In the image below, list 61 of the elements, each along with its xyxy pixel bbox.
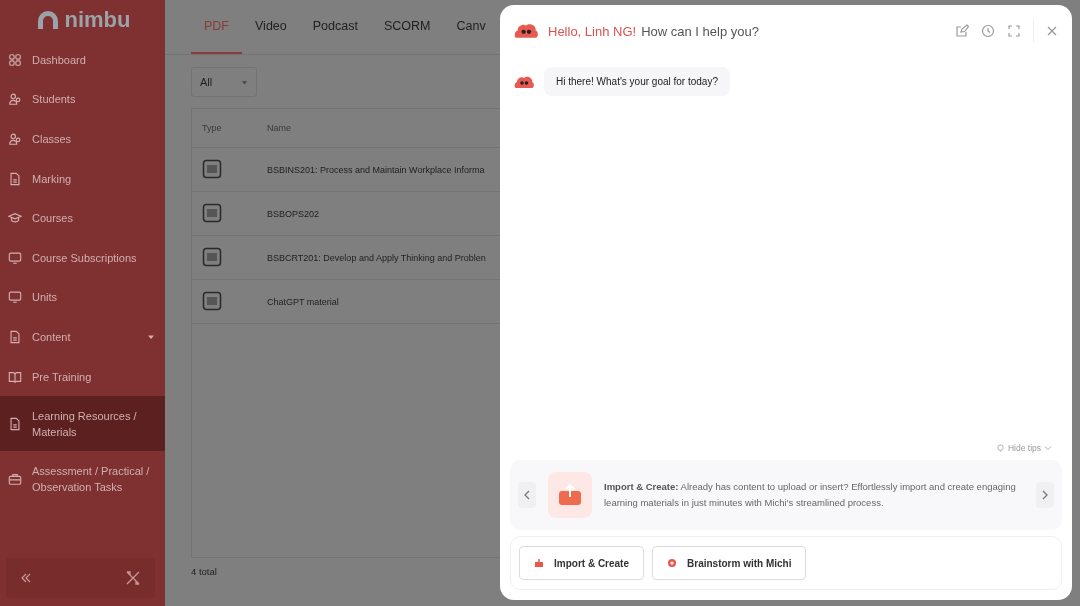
document-icon (8, 329, 22, 344)
chat-message: Hi there! What's your goal for today? (544, 67, 730, 96)
action-button[interactable]: Import & Create (519, 546, 644, 580)
pdf-file-icon (202, 202, 222, 223)
close-icon[interactable] (1046, 25, 1058, 37)
history-icon[interactable] (981, 24, 995, 38)
upload-icon (557, 482, 583, 508)
pdf-file-icon (202, 290, 222, 311)
pdf-file-icon (202, 158, 222, 179)
book-icon (8, 369, 22, 384)
tip-text: Import & Create: Already has content to upload or insert? Effortlessly import and create engaging learning materials in just minutes with Michi's streamlined process. (604, 480, 1017, 510)
upload-icon (534, 558, 544, 568)
column-header: Type (201, 123, 223, 133)
tab[interactable]: Podcast (299, 0, 371, 54)
briefcase-icon (8, 471, 22, 486)
total-count: 4 total (191, 566, 218, 577)
chevron-left-icon (523, 490, 531, 500)
sidebar-item[interactable]: Dashboard (0, 40, 165, 80)
sidebar-item[interactable]: Classes (0, 119, 165, 159)
sidebar-item[interactable]: Learning Resources / Materials (0, 396, 165, 452)
expand-icon[interactable] (1007, 24, 1021, 38)
sidebar-item[interactable]: Students (0, 79, 165, 120)
sidebar-item[interactable]: Courses (0, 198, 165, 238)
tab[interactable]: SCORM (370, 0, 444, 54)
table-cell: ChatGPT material (267, 296, 339, 307)
table-cell: BSBCRT201: Develop and Apply Thinking and Problen (267, 252, 486, 263)
filter-dropdown[interactable]: All (191, 67, 257, 97)
pdf-file-icon (202, 246, 222, 267)
edit-icon[interactable] (955, 24, 969, 38)
action-button[interactable]: Brainstorm with Michi (652, 546, 807, 580)
sidebar-item[interactable]: Course Subscriptions (0, 237, 165, 278)
sidebar-item[interactable]: Marking (0, 158, 165, 199)
tab[interactable]: Video (242, 0, 300, 54)
tab[interactable]: Canv (443, 0, 499, 54)
grid-icon (8, 52, 22, 67)
collapse-icon[interactable] (20, 572, 32, 584)
logo-text: nimbu (64, 7, 131, 33)
document-icon (8, 416, 22, 431)
caret-icon (241, 78, 248, 86)
previous-button[interactable] (518, 482, 536, 508)
bulb-circle-icon (667, 558, 677, 568)
sidebar-item[interactable]: Assessment / Practical / Observation Tasks (0, 451, 165, 507)
table-cell: BSBOPS202 (267, 208, 320, 219)
chevron-down-icon (1044, 444, 1052, 452)
sidebar-item[interactable]: Units (0, 277, 165, 318)
next-button[interactable] (1036, 482, 1054, 508)
people-icon (8, 92, 22, 107)
lightbulb-icon (995, 443, 1005, 453)
greeting: Hello, Linh NG! (548, 23, 637, 39)
mascot-icon (514, 21, 538, 41)
people-icon (8, 132, 22, 146)
chevron-right-icon (1041, 490, 1049, 500)
document-icon (8, 171, 22, 186)
sidebar-item[interactable]: Content (0, 317, 165, 357)
greeting-question: How can I help you? (641, 23, 759, 39)
column-header: Name (267, 123, 291, 133)
hide-tips-button[interactable]: Hide tips (989, 442, 1058, 454)
monitor-icon (8, 290, 22, 305)
monitor-icon (8, 250, 22, 265)
sidebar-item[interactable]: Pre Training (0, 356, 165, 397)
table-cell: BSBINS201: Process and Maintain Workplace Informa (267, 164, 485, 175)
